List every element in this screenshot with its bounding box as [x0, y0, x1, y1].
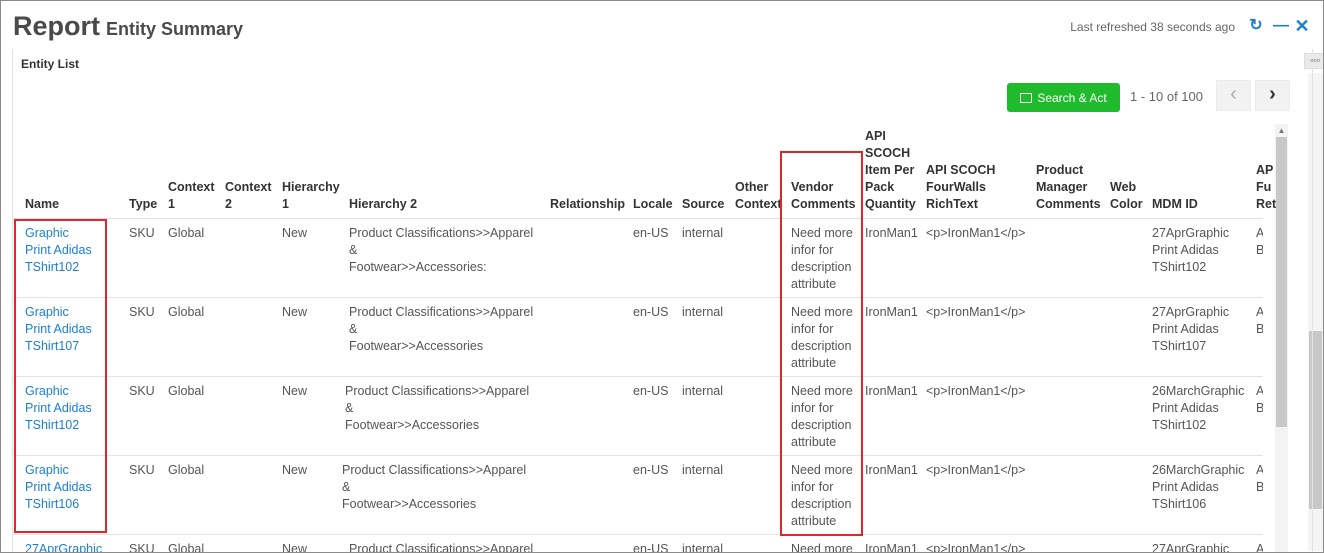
cell-hierarchy1: New: [282, 305, 308, 319]
cell-api-partial: AlisBlu: [1256, 462, 1263, 496]
next-page-button[interactable]: ›: [1255, 80, 1290, 111]
cell-type: SKU: [129, 226, 155, 240]
search-and-act-label: Search & Act: [1037, 90, 1107, 105]
cell-locale: en-US: [633, 226, 669, 240]
cell-locale: en-US: [633, 463, 669, 477]
pagination-text: 1 - 10 of 100: [1130, 89, 1203, 104]
cell-type: SKU: [129, 542, 155, 553]
cell-mdm-id: 26MarchGraphic Print Adidas TShirt106: [1152, 463, 1245, 511]
cell-hierarchy1: New: [282, 463, 308, 477]
cell-locale: en-US: [633, 542, 669, 553]
column-header-web-color: Web Color: [1110, 180, 1143, 211]
cell-hierarchy1: New: [282, 542, 308, 553]
highlight-vendor-comments-column: [780, 151, 863, 536]
column-header-relationship: Relationship: [550, 197, 626, 211]
column-header-hierarchy1: Hierarchy 1: [282, 180, 340, 211]
column-header-source: Source: [682, 197, 725, 211]
row-divider: [13, 534, 1263, 535]
prev-page-button[interactable]: ‹: [1216, 80, 1251, 111]
row-divider: [13, 376, 1263, 377]
cell-api-partial: AlisBlu: [1256, 383, 1263, 417]
cell-context1: Global: [168, 305, 205, 319]
cell-type: SKU: [129, 384, 155, 398]
cell-mdm-id: 27AprGraphic Print Adidas TShirt107: [1152, 305, 1230, 353]
cell-api-fourwalls: <p>IronMan1</p>: [926, 226, 1026, 240]
cell-context1: Global: [168, 542, 205, 553]
cell-hierarchy2: Product Classifications>>Apparel & Footwea…: [345, 384, 530, 432]
column-header-locale: Locale: [633, 197, 673, 211]
report-title: Report: [13, 11, 100, 41]
column-header-api-item: API SCOCH Item Per Pack Quantity: [865, 129, 916, 211]
column-header-api-partial: AP Fu Ret: [1256, 163, 1277, 211]
cell-hierarchy2: Product Classifications>>Apparel & Footwea…: [342, 463, 527, 511]
cell-source: internal: [682, 463, 723, 477]
cell-mdm-id: 27AprGraphic: [1152, 542, 1230, 553]
cell-api-fourwalls: <p>IronMan1</p>: [926, 305, 1026, 319]
cell-source: internal: [682, 384, 723, 398]
cell-source: internal: [682, 226, 723, 240]
row-divider: [13, 297, 1263, 298]
cell-hierarchy2: Product Classifications>>Apparel: [349, 542, 534, 553]
column-header-name: Name: [25, 197, 60, 211]
cell-locale: en-US: [633, 305, 669, 319]
cell-vendor-comments: Need more: [791, 542, 853, 553]
search-act-icon: [1020, 92, 1033, 103]
cell-context1: Global: [168, 384, 205, 398]
cell-mdm-id: 27AprGraphic Print Adidas TShirt102: [1152, 226, 1230, 274]
column-header-api-fourwalls: API SCOCH FourWalls RichText: [926, 163, 996, 211]
cell-api-fourwalls: <p>IronMan1</p>: [926, 542, 1026, 553]
close-icon[interactable]: ✕: [1293, 17, 1311, 35]
cell-api-partial: AlisBlu: [1256, 304, 1263, 338]
report-window: Report Entity Summary Last refreshed 38 …: [0, 0, 1324, 553]
cell-api-item-per-pack: IronMan1: [865, 305, 918, 319]
cell-hierarchy2: Product Classifications>>Apparel & Footwea…: [349, 226, 534, 274]
panel-title: Entity List: [21, 57, 80, 71]
cell-hierarchy2: Product Classifications>>Apparel & Footwea…: [349, 305, 534, 353]
cell-type: SKU: [129, 463, 155, 477]
highlight-name-column: [14, 219, 107, 533]
minimize-icon[interactable]: —: [1272, 17, 1290, 35]
column-header-other-context: Other Context: [735, 180, 782, 211]
chevron-left-icon: ‹: [1230, 83, 1237, 105]
page-title: Report Entity Summary: [13, 11, 243, 42]
cell-api-item-per-pack: IronMan1: [865, 542, 918, 553]
cell-api-fourwalls: <p>IronMan1</p>: [926, 463, 1026, 477]
cell-context1: Global: [168, 226, 205, 240]
cell-api-partial: Alis: [1256, 541, 1263, 552]
cell-hierarchy1: New: [282, 226, 308, 240]
chevron-right-icon: ›: [1269, 83, 1276, 105]
column-header-type: Type: [129, 197, 158, 211]
column-header-mdm-id: MDM ID: [1152, 197, 1198, 211]
header-divider: [13, 218, 1263, 219]
cell-api-fourwalls: <p>IronMan1</p>: [926, 384, 1026, 398]
refresh-icon[interactable]: ↻: [1247, 17, 1265, 35]
cell-api-item-per-pack: IronMan1: [865, 226, 918, 240]
cell-hierarchy1: New: [282, 384, 308, 398]
cell-source: internal: [682, 542, 723, 553]
more-options-icon[interactable]: ▫▫▫: [1304, 53, 1323, 69]
cell-api-partial: AlisBlu: [1256, 225, 1263, 259]
cell-context1: Global: [168, 463, 205, 477]
column-header-hierarchy2: Hierarchy 2: [349, 197, 418, 211]
entity-name-link[interactable]: 27AprGraphic: [25, 541, 102, 552]
row-divider: [13, 455, 1263, 456]
cell-mdm-id: 26MarchGraphic Print Adidas TShirt102: [1152, 384, 1245, 432]
column-header-context2: Context 2: [225, 180, 272, 211]
scroll-up-icon[interactable]: ▲: [1275, 124, 1288, 137]
table-scrollbar-thumb[interactable]: [1276, 137, 1287, 427]
last-refreshed: Last refreshed 38 seconds ago: [1070, 20, 1235, 34]
cell-type: SKU: [129, 305, 155, 319]
column-header-context1: Context 1: [168, 180, 215, 211]
search-and-act-button[interactable]: Search & Act: [1007, 83, 1120, 112]
column-header-pm-comments: Product Manager Comments: [1036, 163, 1101, 211]
cell-source: internal: [682, 305, 723, 319]
cell-locale: en-US: [633, 384, 669, 398]
report-subtitle: Entity Summary: [106, 19, 244, 39]
cell-api-item-per-pack: IronMan1: [865, 463, 918, 477]
cell-api-item-per-pack: IronMan1: [865, 384, 918, 398]
